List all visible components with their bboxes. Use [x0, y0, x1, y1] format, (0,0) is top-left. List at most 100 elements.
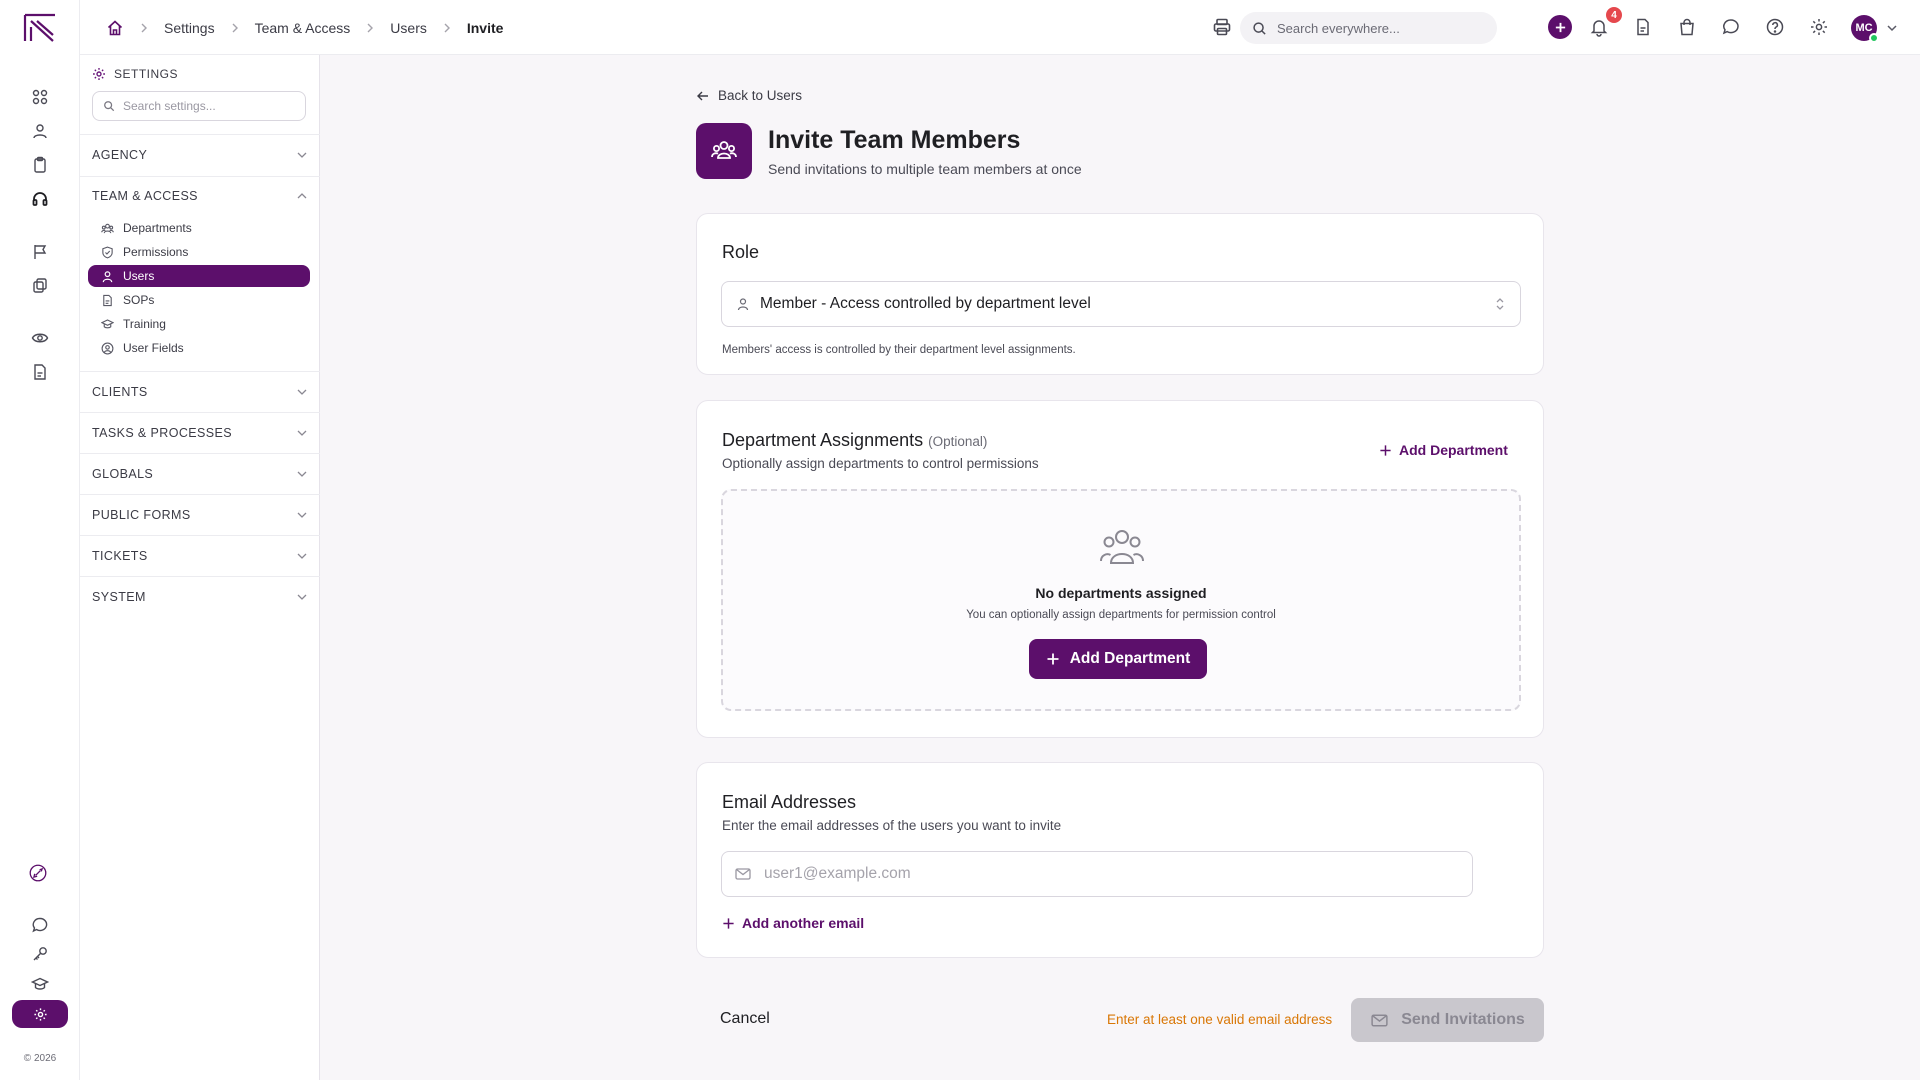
section-label: CLIENTS — [92, 385, 148, 399]
key-icon[interactable] — [31, 945, 49, 963]
section-system[interactable]: SYSTEM — [92, 585, 308, 609]
online-status-dot — [1869, 33, 1879, 43]
gear-icon[interactable] — [1809, 17, 1829, 37]
section-clients[interactable]: CLIENTS — [92, 380, 308, 404]
document-icon[interactable] — [1633, 17, 1653, 37]
bell-icon[interactable] — [1589, 17, 1609, 37]
team-icon — [696, 123, 752, 179]
graduation-cap-icon[interactable] — [31, 975, 49, 993]
section-label: TEAM & ACCESS — [92, 189, 198, 203]
optional-tag: (Optional) — [928, 434, 988, 449]
settings-rail-button[interactable] — [12, 1000, 68, 1028]
sidebar-item-training[interactable]: Training — [88, 313, 310, 335]
send-invitations-button[interactable]: Send Invitations — [1351, 998, 1544, 1042]
sidebar-item-label: Departments — [123, 221, 192, 235]
rocket-icon[interactable] — [29, 864, 51, 886]
back-to-users-link[interactable]: Back to Users — [696, 88, 802, 103]
email-field[interactable] — [721, 851, 1473, 897]
section-label: AGENCY — [92, 148, 148, 162]
sidebar-item-permissions[interactable]: Permissions — [88, 241, 310, 263]
avatar[interactable]: MC — [1851, 15, 1879, 43]
breadcrumb-settings[interactable]: Settings — [164, 20, 215, 36]
global-search-input[interactable] — [1277, 20, 1487, 36]
chevron-down-icon — [297, 152, 307, 158]
print-icon[interactable] — [1212, 17, 1232, 37]
gear-icon — [33, 1007, 47, 1021]
sidebar-item-departments[interactable]: Departments — [88, 217, 310, 239]
help-icon[interactable] — [1765, 17, 1785, 37]
headset-icon[interactable] — [31, 190, 49, 208]
logo-icon[interactable] — [23, 13, 57, 43]
add-another-email-label: Add another email — [742, 915, 865, 931]
flag-icon[interactable] — [31, 243, 49, 261]
cancel-button[interactable]: Cancel — [720, 1010, 770, 1028]
page-title: Invite Team Members — [768, 126, 1021, 154]
chevron-right-icon — [440, 21, 454, 35]
add-another-email-link[interactable]: Add another email — [722, 915, 864, 931]
section-team-access[interactable]: TEAM & ACCESS — [92, 184, 308, 208]
settings-header: SETTINGS — [92, 67, 178, 81]
section-globals[interactable]: GLOBALS — [92, 462, 308, 486]
chevron-updown-icon — [1496, 298, 1504, 310]
clipboard-icon[interactable] — [31, 156, 49, 174]
back-label: Back to Users — [718, 88, 803, 103]
section-label: SYSTEM — [92, 590, 146, 604]
add-department-button[interactable]: Add Department — [1029, 639, 1207, 679]
section-agency[interactable]: AGENCY — [92, 143, 308, 167]
user-icon — [102, 270, 113, 282]
divider — [80, 453, 320, 454]
sidebar-item-label: SOPs — [123, 293, 155, 307]
section-tasks-processes[interactable]: TASKS & PROCESSES — [92, 421, 308, 445]
global-search[interactable] — [1240, 12, 1497, 44]
sidebar-item-sops[interactable]: SOPs — [88, 289, 310, 311]
settings-search-input[interactable] — [123, 99, 293, 113]
chevron-down-icon — [297, 471, 307, 477]
create-button[interactable] — [1548, 15, 1572, 39]
email-input[interactable] — [764, 865, 1464, 883]
user-icon — [737, 298, 749, 311]
divider — [80, 576, 320, 577]
shield-icon[interactable] — [31, 277, 49, 295]
chat-icon[interactable] — [1721, 17, 1741, 37]
chevron-right-icon — [137, 21, 151, 35]
role-select[interactable]: Member - Access controlled by department… — [721, 281, 1521, 327]
chevron-up-icon — [297, 193, 307, 199]
users-icon — [1100, 530, 1144, 564]
section-label: GLOBALS — [92, 467, 154, 481]
document-icon — [103, 294, 112, 306]
divider — [80, 371, 320, 372]
section-public-forms[interactable]: PUBLIC FORMS — [92, 503, 308, 527]
settings-search[interactable] — [92, 91, 306, 121]
shield-check-icon — [102, 246, 113, 258]
chevron-down-icon[interactable] — [1885, 21, 1899, 35]
chevron-down-icon — [297, 594, 307, 600]
document-icon[interactable] — [31, 363, 49, 381]
settings-sidebar: SETTINGS AGENCY TEAM & ACCESS Department… — [80, 55, 320, 1080]
grid-icon[interactable] — [31, 88, 49, 106]
role-hint: Members' access is controlled by their d… — [722, 344, 1076, 356]
shopping-bag-icon[interactable] — [1677, 17, 1697, 37]
sidebar-item-label: User Fields — [123, 341, 184, 355]
send-invitations-label: Send Invitations — [1401, 1011, 1525, 1028]
mail-icon — [1371, 1013, 1388, 1027]
sidebar-item-users[interactable]: Users — [88, 265, 310, 287]
sidebar-item-user-fields[interactable]: User Fields — [88, 337, 310, 359]
emails-subtitle: Enter the email addresses of the users y… — [722, 818, 1062, 833]
breadcrumb-team-access[interactable]: Team & Access — [255, 20, 351, 36]
chevron-down-icon — [297, 553, 307, 559]
breadcrumb-users[interactable]: Users — [390, 20, 427, 36]
home-icon[interactable] — [106, 19, 124, 37]
role-selected-value: Member - Access controlled by department… — [760, 295, 1091, 312]
section-label: TASKS & PROCESSES — [92, 426, 232, 440]
departments-empty-state: No departments assigned You can optional… — [721, 489, 1521, 711]
user-circle-icon — [101, 342, 114, 354]
section-tickets[interactable]: TICKETS — [92, 544, 308, 568]
divider — [80, 412, 320, 413]
icon-rail: © 2026 — [0, 0, 80, 1080]
avatar-initials: MC — [1855, 22, 1873, 34]
chat-icon[interactable] — [31, 916, 49, 934]
user-icon[interactable] — [31, 122, 49, 140]
add-department-link[interactable]: Add Department — [1379, 442, 1508, 458]
chevron-down-icon — [297, 389, 307, 395]
eye-icon[interactable] — [31, 329, 49, 347]
